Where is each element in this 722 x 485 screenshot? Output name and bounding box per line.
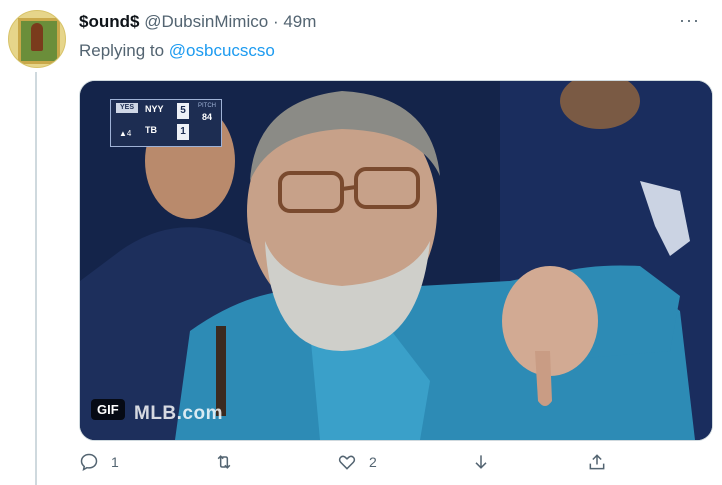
scoreboard: YES NYY 5 TB 1 PITCH 84 ▲4 <box>110 99 222 147</box>
tweet-actions: 1 2 <box>79 452 639 478</box>
like-count: 2 <box>369 454 377 470</box>
tweet-header: $ound$ @DubsinMimico · 49m <box>79 12 316 32</box>
downvote-icon <box>475 455 487 469</box>
separator-dot: · <box>272 12 279 31</box>
downvote-button[interactable] <box>471 452 503 472</box>
timestamp[interactable]: 49m <box>283 12 316 31</box>
share-icon <box>589 454 605 470</box>
thread-line <box>35 72 37 485</box>
gif-media[interactable]: YES NYY 5 TB 1 PITCH 84 ▲4 MLB.com GIF <box>79 80 713 441</box>
retweet-icon <box>217 455 231 469</box>
score-away: 1 <box>177 124 189 140</box>
share-button[interactable] <box>587 452 619 472</box>
score-home: 5 <box>177 103 189 119</box>
display-name[interactable]: $ound$ <box>79 12 139 31</box>
replying-to: Replying to @osbcucscso <box>79 41 275 61</box>
replying-prefix: Replying to <box>79 41 169 60</box>
more-icon[interactable]: ··· <box>679 10 700 31</box>
reply-button[interactable]: 1 <box>79 452 119 472</box>
avatar[interactable] <box>8 10 66 68</box>
avatar-figure <box>31 23 43 51</box>
inning-indicator: ▲4 <box>119 129 132 138</box>
pitch-value: 84 <box>201 112 212 122</box>
reply-icon <box>80 453 98 471</box>
reply-count: 1 <box>111 454 119 470</box>
network-logo: YES <box>116 103 138 113</box>
gif-badge: GIF <box>91 399 125 420</box>
like-icon <box>338 455 356 470</box>
team-home: NYY <box>145 104 164 114</box>
retweet-button[interactable] <box>214 452 246 472</box>
pitch-label: PITCH <box>198 103 216 109</box>
like-button[interactable]: 2 <box>337 452 377 472</box>
team-away: TB <box>145 125 157 135</box>
mention-link[interactable]: @osbcucscso <box>169 41 275 60</box>
user-handle[interactable]: @DubsinMimico <box>144 12 268 31</box>
